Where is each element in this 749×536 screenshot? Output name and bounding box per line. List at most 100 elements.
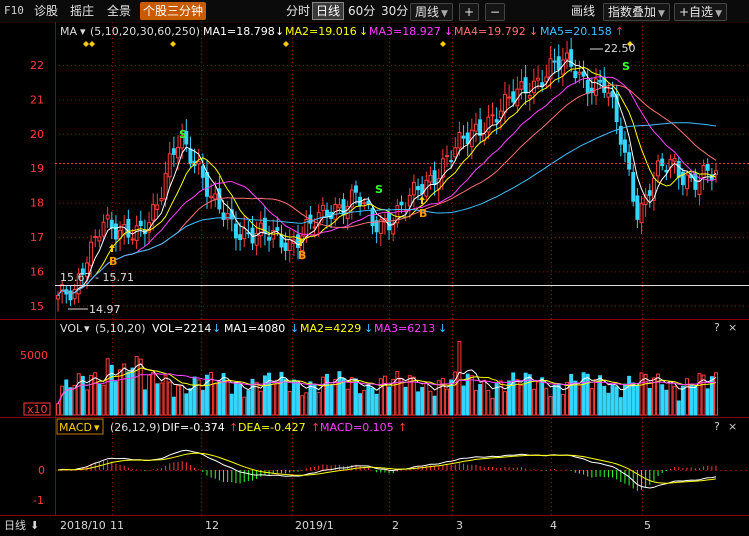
date-tick-label: 2018/10	[60, 519, 106, 532]
vol-close-icon[interactable]: ×	[728, 321, 737, 334]
date-tick-label: 11	[110, 519, 124, 532]
date-tick-label: 2	[392, 519, 399, 532]
volume-bar	[602, 385, 607, 416]
volume-bar	[540, 377, 545, 416]
diagnose-button[interactable]: 诊股	[34, 3, 58, 19]
volume-bar	[502, 391, 507, 416]
vol-ma2-arrow-icon: ↓	[364, 322, 373, 335]
candle-body	[432, 170, 437, 186]
macd-indicator-label[interactable]: MACD	[59, 421, 92, 434]
volume-bar	[113, 381, 118, 416]
volume-bar	[705, 388, 710, 416]
tab-stock-3min[interactable]: 个股三分钟	[140, 2, 207, 20]
volume-bar	[589, 388, 594, 416]
candle-body	[531, 80, 536, 94]
candle-body	[647, 190, 652, 196]
volume-bar	[387, 386, 392, 416]
candle-body	[242, 227, 247, 240]
ma3-arrow-icon: ↓	[444, 25, 453, 38]
zoom-out-button[interactable]: −	[485, 3, 506, 21]
candle-body	[105, 214, 110, 220]
candle-body	[138, 220, 143, 226]
vol-help-icon[interactable]: ?	[714, 321, 720, 334]
draw-line-button[interactable]: 画线	[571, 3, 595, 19]
candle-body	[155, 204, 160, 211]
volume-bar	[544, 387, 549, 416]
volume-bar	[242, 396, 247, 416]
candle-body	[362, 202, 367, 205]
volume-bar	[246, 390, 251, 416]
candle-body	[113, 223, 118, 240]
high-price-label: 22.50	[604, 42, 636, 55]
macd-help-icon[interactable]: ?	[714, 420, 720, 433]
period-weekly-dropdown[interactable]: 周线 ▼	[410, 3, 453, 21]
candle-body	[370, 208, 375, 226]
volume-bar	[424, 382, 429, 416]
ma4-value: MA4=19.792	[454, 25, 526, 38]
volume-bar	[325, 373, 329, 416]
low-price-label: 14.97	[89, 303, 121, 316]
ma5-value: MA5=20.158	[540, 25, 612, 38]
volume-bar	[511, 372, 516, 416]
candle-body	[287, 238, 292, 251]
candle-body	[664, 169, 669, 173]
volume-bar	[382, 375, 387, 416]
candle-body	[697, 180, 702, 195]
select-button[interactable]: 摇庄	[70, 3, 94, 19]
candle-body	[56, 294, 60, 300]
candle-body	[416, 186, 421, 191]
ma-chevron-icon[interactable]: ▾	[80, 25, 86, 38]
bottom-period-label[interactable]: 日线	[4, 518, 26, 532]
index-overlay-dropdown[interactable]: 指数叠加 ▼	[603, 3, 670, 21]
volume-bar	[560, 394, 565, 416]
price-tick-label: 18	[30, 197, 44, 210]
f10-button[interactable]: F10	[4, 3, 24, 19]
volume-bar	[184, 393, 189, 416]
buy-signal-2: B	[298, 249, 306, 262]
period-30min[interactable]: 30分	[378, 3, 411, 19]
candle-body	[465, 132, 470, 145]
candle-body	[581, 71, 586, 77]
candle-body	[233, 223, 238, 239]
macd-close-icon[interactable]: ×	[728, 420, 737, 433]
ma-indicator-label[interactable]: MA	[60, 25, 77, 38]
candle-body	[126, 218, 131, 238]
volume-bar	[275, 379, 280, 416]
candle-body	[283, 242, 288, 251]
vol-chevron-icon[interactable]: ▾	[84, 322, 90, 335]
period-daily[interactable]: 日线	[312, 2, 345, 20]
volume-bar	[213, 383, 218, 416]
vol-ma3-arrow-icon: ↓	[438, 322, 447, 335]
volume-unit-label: x10	[27, 403, 48, 416]
bottom-period-arrow-icon[interactable]: ⬇	[30, 519, 39, 532]
panorama-button[interactable]: 全景	[107, 3, 131, 19]
candle-body	[594, 78, 598, 96]
volume-bar	[668, 380, 673, 416]
candle-body	[552, 60, 557, 63]
volume-bar	[432, 395, 437, 416]
volume-bar	[536, 381, 541, 416]
toolbar: F10 诊股 摇庄 全景 个股三分钟 分时 日线 60分 30分 周线 ▼ + −…	[0, 0, 749, 23]
period-minute[interactable]: 分时	[283, 3, 313, 19]
zoom-in-button[interactable]: +	[459, 3, 480, 21]
vol-value: VOL=2214	[152, 322, 211, 335]
volume-bar	[167, 381, 172, 416]
volume-bar	[320, 376, 325, 416]
candle-body	[507, 96, 512, 99]
period-60min[interactable]: 60分	[345, 3, 378, 19]
volume-bar	[693, 385, 698, 416]
vol-indicator-label[interactable]: VOL	[60, 322, 83, 335]
candle-body	[544, 76, 549, 82]
volume-bar	[349, 377, 354, 416]
candle-body	[556, 56, 561, 71]
vol-ma2-value: MA2=4229	[300, 322, 361, 335]
sell-signal-3: S	[622, 60, 630, 73]
macd-chevron-icon[interactable]: ▾	[94, 421, 100, 434]
volume-bar	[660, 384, 665, 416]
volume-bar	[420, 386, 425, 416]
candle-body	[598, 79, 603, 83]
candle-body	[606, 92, 611, 98]
chart-canvas[interactable]: 2221201918171615 MA ▾ (5,10,20,30,60,250…	[0, 22, 749, 536]
add-watchlist-dropdown[interactable]: +自选 ▼	[674, 3, 727, 21]
volume-bar	[258, 390, 263, 416]
